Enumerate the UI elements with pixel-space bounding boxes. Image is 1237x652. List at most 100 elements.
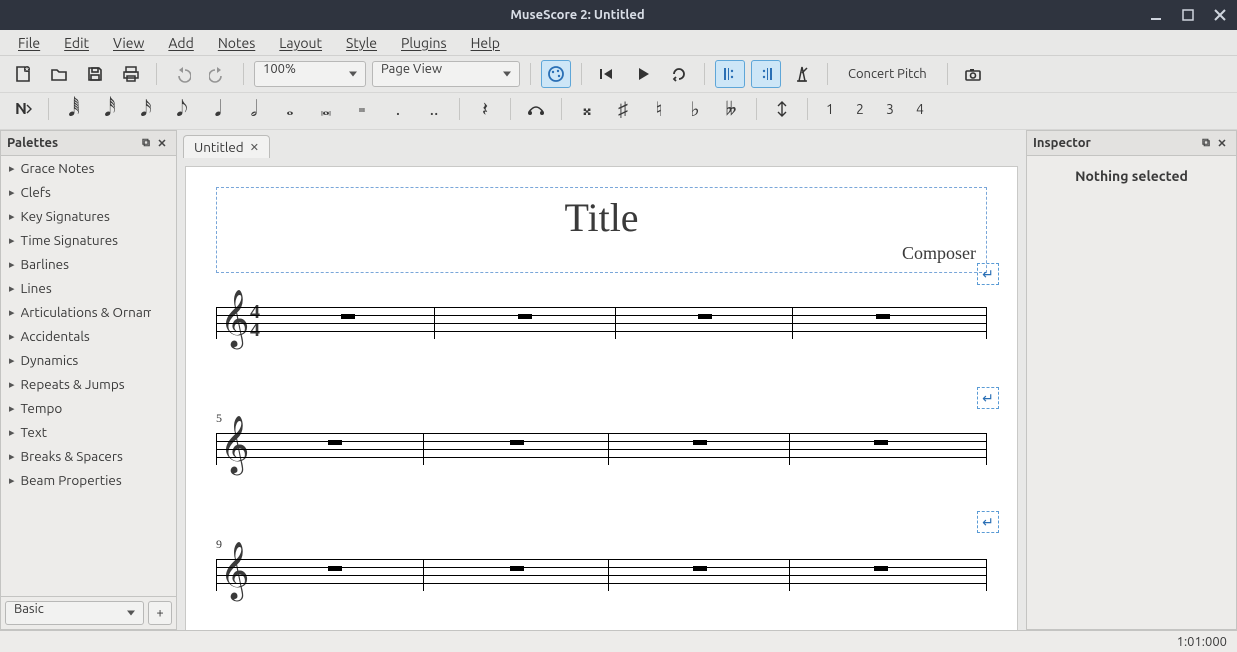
- inspector-title: Inspector: [1033, 136, 1091, 150]
- menu-style[interactable]: Style: [336, 33, 387, 53]
- note-64th-icon[interactable]: 𝅘𝅥𝅱: [59, 95, 89, 123]
- menu-help[interactable]: Help: [461, 33, 510, 53]
- zoom-combo[interactable]: 100%: [254, 61, 366, 87]
- rest-icon[interactable]: 𝄽: [470, 95, 500, 123]
- minimize-button[interactable]: [1147, 6, 1165, 24]
- undo-icon[interactable]: [167, 60, 197, 88]
- add-workspace-button[interactable]: +: [148, 601, 172, 625]
- repeat-start-icon[interactable]: [715, 60, 745, 88]
- palette-item-grace-notes[interactable]: ▸Grace Notes: [1, 156, 176, 180]
- workspace-combo[interactable]: Basic: [5, 601, 144, 625]
- show-palette-icon[interactable]: [541, 60, 571, 88]
- palette-item-clefs[interactable]: ▸Clefs: [1, 180, 176, 204]
- note-32nd-icon[interactable]: 𝅘𝅥𝅰: [95, 95, 125, 123]
- note-16th-icon[interactable]: 𝅘𝅥𝅯: [131, 95, 161, 123]
- close-icon[interactable]: ✕: [250, 141, 259, 154]
- system-break-icon[interactable]: ↵: [977, 387, 999, 409]
- palette-item-lines[interactable]: ▸Lines: [1, 276, 176, 300]
- menu-view[interactable]: View: [103, 33, 154, 53]
- close-button[interactable]: [1211, 6, 1229, 24]
- view-mode-combo[interactable]: Page View: [372, 61, 520, 87]
- system-break-icon[interactable]: ↵: [977, 511, 999, 533]
- note-8th-icon[interactable]: 𝅘𝅥𝅮: [167, 95, 197, 123]
- separator: [561, 98, 562, 120]
- title-frame[interactable]: Title Composer: [216, 187, 987, 273]
- separator: [510, 98, 511, 120]
- maximize-button[interactable]: [1179, 6, 1197, 24]
- sharp-icon[interactable]: ♯: [608, 95, 638, 123]
- palette-item-repeats[interactable]: ▸Repeats & Jumps: [1, 372, 176, 396]
- rewind-icon[interactable]: [592, 60, 622, 88]
- document-tab[interactable]: Untitled ✕: [183, 135, 270, 158]
- document-tabs: Untitled ✕: [177, 130, 1026, 158]
- menu-notes[interactable]: Notes: [208, 33, 265, 53]
- separator: [48, 98, 49, 120]
- note-longa-icon[interactable]: 𝆸: [347, 95, 377, 123]
- natural-icon[interactable]: ♮: [644, 95, 674, 123]
- palette-item-dynamics[interactable]: ▸Dynamics: [1, 348, 176, 372]
- double-flat-icon[interactable]: 𝄫: [716, 95, 746, 123]
- menu-edit[interactable]: Edit: [54, 33, 99, 53]
- palette-item-accidentals[interactable]: ▸Accidentals: [1, 324, 176, 348]
- palette-item-time-signatures[interactable]: ▸Time Signatures: [1, 228, 176, 252]
- play-icon[interactable]: [628, 60, 658, 88]
- staff[interactable]: 𝄞: [216, 551, 987, 599]
- playback-time: 1:01:000: [1177, 635, 1227, 649]
- redo-icon[interactable]: [203, 60, 233, 88]
- menu-file[interactable]: File: [8, 33, 50, 53]
- note-quarter-icon[interactable]: 𝅘𝅥: [203, 95, 233, 123]
- voice-4[interactable]: 4: [908, 96, 932, 122]
- note-breve-icon[interactable]: 𝅜: [311, 95, 341, 123]
- double-dot-icon[interactable]: ..: [419, 95, 449, 123]
- menu-layout[interactable]: Layout: [269, 33, 332, 53]
- palette-item-barlines[interactable]: ▸Barlines: [1, 252, 176, 276]
- staff-system-3: 9 𝄞: [216, 551, 987, 599]
- palette-item-beam[interactable]: ▸Beam Properties: [1, 468, 176, 492]
- close-icon[interactable]: ✕: [154, 135, 170, 151]
- palette-item-breaks[interactable]: ▸Breaks & Spacers: [1, 444, 176, 468]
- undock-icon[interactable]: ⧉: [138, 135, 154, 151]
- undock-icon[interactable]: ⧉: [1198, 135, 1214, 151]
- save-icon[interactable]: [80, 60, 110, 88]
- new-file-icon[interactable]: ★: [8, 60, 38, 88]
- tie-icon[interactable]: [521, 95, 551, 123]
- voice-1[interactable]: 1: [818, 96, 842, 122]
- inspector-status: Nothing selected: [1075, 168, 1188, 617]
- voice-2[interactable]: 2: [848, 96, 872, 122]
- palette-item-articulations[interactable]: ▸Articulations & Ornaments: [1, 300, 176, 324]
- separator: [704, 63, 705, 85]
- flat-icon[interactable]: ♭: [680, 95, 710, 123]
- separator: [756, 98, 757, 120]
- composer-text[interactable]: Composer: [227, 243, 976, 264]
- staff[interactable]: 𝄞: [216, 425, 987, 473]
- staff[interactable]: 𝄞 44: [216, 299, 987, 347]
- palette-item-text[interactable]: ▸Text: [1, 420, 176, 444]
- score-canvas[interactable]: Title Composer ↵ ↵ ↵ 𝄞 44: [177, 158, 1026, 630]
- menu-add[interactable]: Add: [158, 33, 203, 53]
- tab-label: Untitled: [194, 139, 244, 155]
- note-input-icon[interactable]: N: [8, 95, 38, 123]
- note-whole-icon[interactable]: 𝅝: [275, 95, 305, 123]
- palette-item-key-signatures[interactable]: ▸Key Signatures: [1, 204, 176, 228]
- loop-icon[interactable]: [664, 60, 694, 88]
- note-half-icon[interactable]: 𝅗𝅥: [239, 95, 269, 123]
- dot-icon[interactable]: .: [383, 95, 413, 123]
- score-title[interactable]: Title: [227, 194, 976, 241]
- palette-list: ▸Grace Notes ▸Clefs ▸Key Signatures ▸Tim…: [1, 156, 176, 596]
- staff-system-2: 5 𝄞: [216, 425, 987, 473]
- chevron-right-icon: ▸: [9, 474, 15, 487]
- close-icon[interactable]: ✕: [1214, 135, 1230, 151]
- inspector-header: Inspector ⧉ ✕: [1027, 131, 1236, 156]
- double-sharp-icon[interactable]: 𝄪: [572, 95, 602, 123]
- flip-icon[interactable]: [767, 95, 797, 123]
- print-icon[interactable]: [116, 60, 146, 88]
- palette-item-tempo[interactable]: ▸Tempo: [1, 396, 176, 420]
- system-break-icon[interactable]: ↵: [977, 263, 999, 285]
- camera-icon[interactable]: [958, 60, 988, 88]
- concert-pitch-button[interactable]: Concert Pitch: [838, 61, 937, 87]
- voice-3[interactable]: 3: [878, 96, 902, 122]
- repeat-end-icon[interactable]: [751, 60, 781, 88]
- open-file-icon[interactable]: [44, 60, 74, 88]
- menu-plugins[interactable]: Plugins: [391, 33, 457, 53]
- metronome-icon[interactable]: [787, 60, 817, 88]
